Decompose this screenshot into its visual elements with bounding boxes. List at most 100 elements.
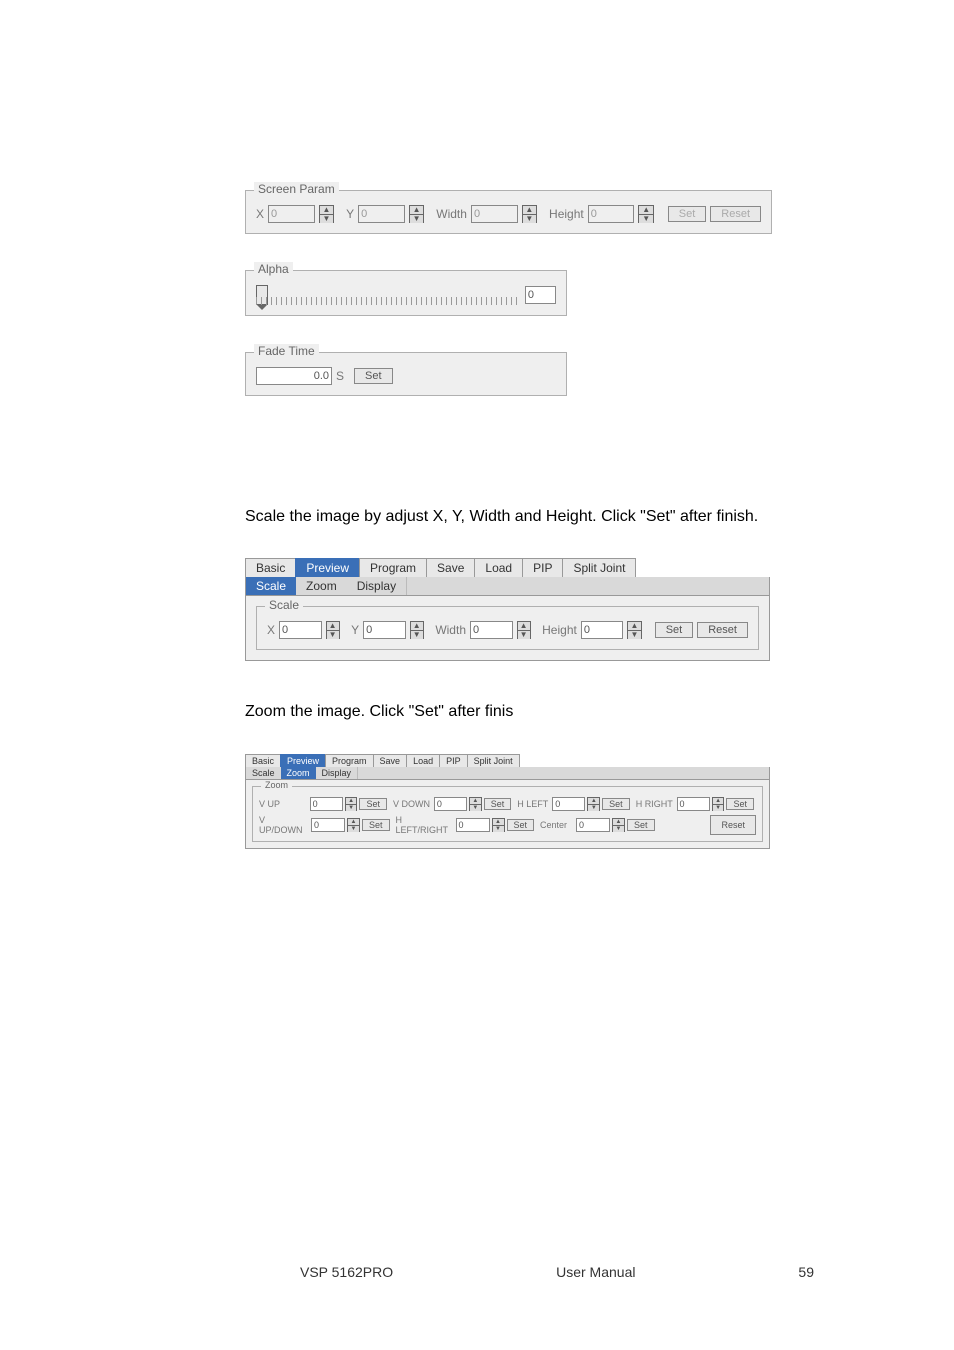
vdown-spinner[interactable]: ▲▼: [469, 797, 482, 811]
fade-set-button[interactable]: Set: [354, 368, 393, 384]
scale-reset-button[interactable]: Reset: [697, 622, 748, 638]
z-tab-save[interactable]: Save: [373, 754, 408, 767]
hlr-set-button[interactable]: Set: [507, 819, 535, 831]
zoom-reset-button[interactable]: Reset: [710, 815, 756, 835]
reset-button[interactable]: Reset: [710, 206, 761, 222]
screen-param-legend: Screen Param: [254, 182, 339, 196]
hlr-label: H LEFT/RIGHT: [396, 815, 454, 835]
scale-height-spinner[interactable]: ▲▼: [627, 621, 641, 639]
fade-time-group: Fade Time 0.0 S Set: [245, 352, 567, 396]
height-label: Height: [549, 207, 584, 221]
tab-save[interactable]: Save: [426, 558, 475, 577]
vdown-input[interactable]: 0: [434, 797, 467, 811]
tab-preview[interactable]: Preview: [295, 558, 360, 577]
hright-input[interactable]: 0: [677, 797, 710, 811]
height-input[interactable]: 0: [588, 205, 635, 223]
tab-display[interactable]: Display: [347, 577, 407, 595]
scale-y-label: Y: [351, 623, 359, 637]
scale-x-label: X: [267, 623, 275, 637]
tab-scale[interactable]: Scale: [246, 577, 297, 595]
vup-input[interactable]: 0: [310, 797, 343, 811]
zoom-panel-screenshot: Basic Preview Program Save Load PIP Spli…: [245, 754, 770, 849]
hlr-input[interactable]: 0: [456, 818, 490, 832]
z-tab-zoom[interactable]: Zoom: [281, 767, 317, 779]
z-tab-scale[interactable]: Scale: [246, 767, 282, 779]
hleft-label: H LEFT: [517, 799, 550, 809]
z-tab-display[interactable]: Display: [316, 767, 359, 779]
z-tab-splitjoint[interactable]: Split Joint: [467, 754, 520, 767]
z-tab-preview[interactable]: Preview: [280, 754, 326, 767]
fade-time-legend: Fade Time: [254, 344, 319, 358]
hright-label: H RIGHT: [636, 799, 675, 809]
center-label: Center: [540, 820, 574, 830]
x-label: X: [256, 207, 264, 221]
screen-param-group: Screen Param X 0 ▲▼ Y 0 ▲▼ Width 0 ▲▼ He…: [245, 190, 772, 234]
tab-basic[interactable]: Basic: [245, 558, 296, 577]
fade-time-unit: S: [336, 369, 344, 383]
z-tab-load[interactable]: Load: [406, 754, 440, 767]
zoom-tabs-main: Basic Preview Program Save Load PIP Spli…: [245, 754, 770, 767]
alpha-slider[interactable]: [256, 285, 517, 305]
scale-width-label: Width: [435, 623, 466, 637]
hlr-spinner[interactable]: ▲▼: [492, 818, 505, 832]
vup-spinner[interactable]: ▲▼: [345, 797, 358, 811]
vdown-set-button[interactable]: Set: [484, 798, 512, 810]
tabs-main: Basic Preview Program Save Load PIP Spli…: [245, 558, 770, 577]
scale-height-input[interactable]: 0: [581, 621, 624, 639]
scale-group: Scale X 0 ▲▼ Y 0 ▲▼ Width 0 ▲▼ Height 0: [256, 606, 759, 650]
center-spinner[interactable]: ▲▼: [612, 818, 625, 832]
vupdown-spinner[interactable]: ▲▼: [347, 818, 360, 832]
hright-spinner[interactable]: ▲▼: [712, 797, 725, 811]
height-spinner[interactable]: ▲▼: [638, 205, 654, 223]
hleft-spinner[interactable]: ▲▼: [587, 797, 600, 811]
zoom-legend: Zoom: [261, 780, 292, 790]
center-set-button[interactable]: Set: [627, 819, 655, 831]
vdown-label: V DOWN: [393, 799, 432, 809]
tab-program[interactable]: Program: [359, 558, 427, 577]
hleft-set-button[interactable]: Set: [602, 798, 630, 810]
tab-pip[interactable]: PIP: [522, 558, 563, 577]
scale-y-spinner[interactable]: ▲▼: [410, 621, 424, 639]
hleft-input[interactable]: 0: [552, 797, 585, 811]
vup-set-button[interactable]: Set: [359, 798, 387, 810]
x-spinner[interactable]: ▲▼: [319, 205, 335, 223]
tab-zoom[interactable]: Zoom: [296, 577, 348, 595]
alpha-value[interactable]: 0: [525, 286, 556, 304]
scale-width-spinner[interactable]: ▲▼: [517, 621, 531, 639]
vupdown-set-button[interactable]: Set: [362, 819, 390, 831]
z-tab-basic[interactable]: Basic: [245, 754, 281, 767]
hright-set-button[interactable]: Set: [726, 798, 754, 810]
width-label: Width: [436, 207, 467, 221]
center-input[interactable]: 0: [576, 818, 610, 832]
page-footer: VSP 5162PRO User Manual 59: [0, 1264, 954, 1280]
y-input[interactable]: 0: [358, 205, 405, 223]
vupdown-label: V UP/DOWN: [259, 815, 309, 835]
scale-x-spinner[interactable]: ▲▼: [326, 621, 340, 639]
tab-splitjoint[interactable]: Split Joint: [562, 558, 636, 577]
width-input[interactable]: 0: [471, 205, 518, 223]
z-tab-program[interactable]: Program: [325, 754, 374, 767]
x-input[interactable]: 0: [268, 205, 315, 223]
footer-page: 59: [798, 1264, 814, 1280]
zoom-tabs-sub: Scale Zoom Display: [245, 767, 770, 780]
scale-width-input[interactable]: 0: [470, 621, 513, 639]
vupdown-input[interactable]: 0: [311, 818, 345, 832]
fade-time-input[interactable]: 0.0: [256, 367, 332, 385]
scale-set-button[interactable]: Set: [655, 622, 694, 638]
footer-doc: User Manual: [556, 1264, 635, 1280]
z-tab-pip[interactable]: PIP: [439, 754, 468, 767]
alpha-group: Alpha 0: [245, 270, 567, 316]
width-spinner[interactable]: ▲▼: [522, 205, 538, 223]
scale-y-input[interactable]: 0: [363, 621, 406, 639]
set-button[interactable]: Set: [668, 206, 707, 222]
scale-x-input[interactable]: 0: [279, 621, 322, 639]
scale-instruction-text: Scale the image by adjust X, Y, Width an…: [245, 506, 854, 528]
y-spinner[interactable]: ▲▼: [409, 205, 425, 223]
tab-load[interactable]: Load: [474, 558, 523, 577]
footer-product: VSP 5162PRO: [300, 1264, 393, 1280]
scale-panel-screenshot: Basic Preview Program Save Load PIP Spli…: [245, 558, 770, 661]
zoom-group: Zoom V UP 0 ▲▼ Set V DOWN 0 ▲▼ Set H LEF…: [252, 786, 763, 842]
scale-legend: Scale: [265, 598, 303, 612]
tabs-sub: Scale Zoom Display: [245, 577, 770, 596]
alpha-legend: Alpha: [254, 262, 293, 276]
